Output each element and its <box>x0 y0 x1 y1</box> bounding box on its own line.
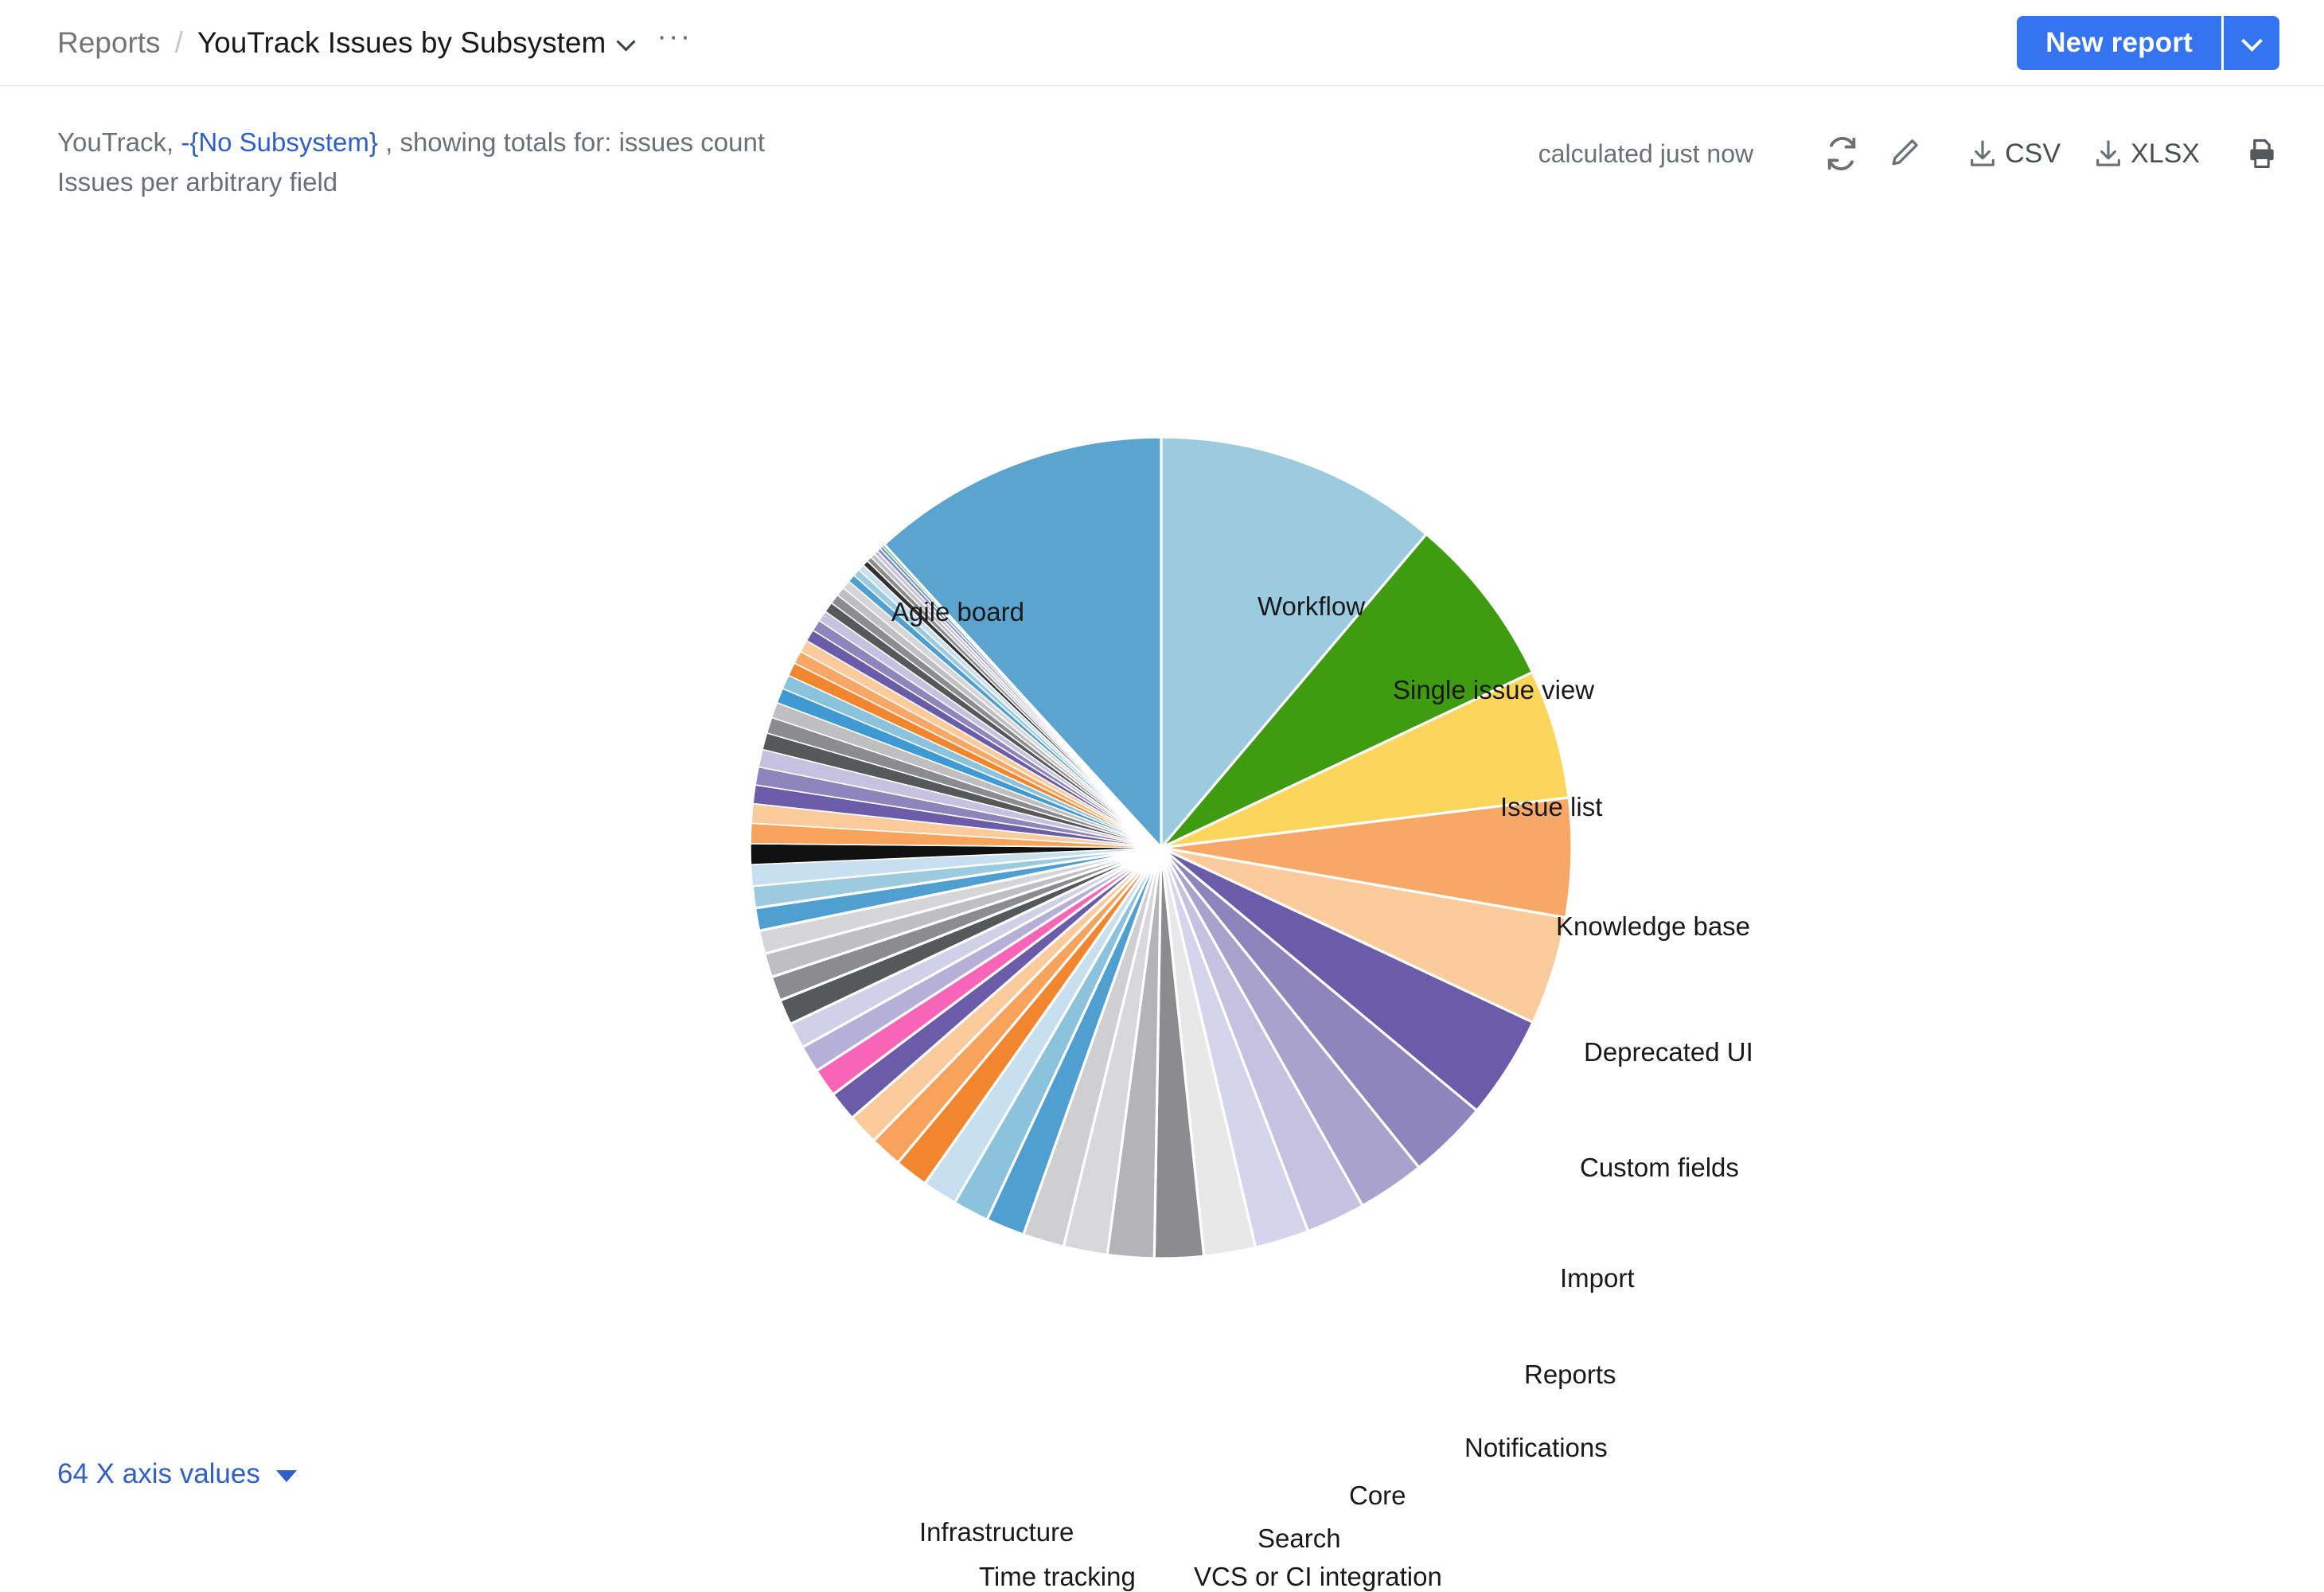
pie-chart[interactable] <box>746 432 1577 1263</box>
more-actions-icon[interactable]: ··· <box>657 21 692 57</box>
description-line-2: Issues per arbitrary field <box>57 167 338 197</box>
pie-slice-label: Infrastructure <box>919 1517 1074 1547</box>
pie-slice-label: Notifications <box>1464 1433 1608 1462</box>
pie-chart-svg[interactable] <box>746 432 1577 1263</box>
pie-slice-label: Core <box>1349 1481 1406 1510</box>
pie-slice-label: Custom fields <box>1580 1153 1739 1182</box>
report-toolbar: calculated just now CSV XLSX <box>1538 123 2279 181</box>
csv-label: CSV <box>2005 138 2061 169</box>
chevron-down-icon[interactable] <box>618 34 636 52</box>
pie-slice-label: Agile board <box>891 597 1024 626</box>
pie-chart-area: Workflow Single issue view Issue list Knowl… <box>0 239 2324 1591</box>
new-report-button[interactable]: New report <box>2017 15 2221 70</box>
no-subsystem-link[interactable]: -{No Subsystem} <box>181 127 378 157</box>
breadcrumb: Reports / YouTrack Issues by Subsystem ·… <box>57 21 692 60</box>
top-bar: Reports / YouTrack Issues by Subsystem ·… <box>0 0 2324 86</box>
pie-slice-label: VCS or CI integration <box>1194 1562 1442 1591</box>
export-xlsx-button[interactable]: XLSX <box>2092 138 2200 170</box>
pie-slice-label: Import <box>1560 1263 1635 1293</box>
new-report-dropdown-button[interactable] <box>2224 15 2279 70</box>
breadcrumb-reports-link[interactable]: Reports <box>57 26 161 60</box>
pie-slice-label: Search <box>1258 1524 1341 1553</box>
breadcrumb-separator: / <box>174 25 183 59</box>
edit-pencil-icon[interactable] <box>1873 126 1935 181</box>
pie-slice-label: Single issue view <box>1393 675 1595 704</box>
x-axis-values-label: 64 X axis values <box>57 1458 260 1489</box>
pie-slice-label: Issue list <box>1500 792 1603 821</box>
xlsx-label: XLSX <box>2131 138 2200 169</box>
calculated-status: calculated just now <box>1538 139 1754 168</box>
top-bar-actions: New report <box>2017 15 2279 70</box>
pie-slice-label: Workflow <box>1258 591 1366 621</box>
print-icon[interactable] <box>2244 136 2279 171</box>
caret-down-icon <box>275 1470 297 1482</box>
report-description: YouTrack, -{No Subsystem} , showing tota… <box>57 123 765 202</box>
description-prefix: YouTrack, <box>57 127 181 157</box>
report-subheader: YouTrack, -{No Subsystem} , showing tota… <box>0 86 2324 197</box>
description-suffix: , showing totals for: issues count <box>377 127 766 157</box>
pie-slice-label: Time tracking <box>979 1562 1136 1591</box>
x-axis-values-toggle[interactable]: 64 X axis values <box>57 1458 297 1490</box>
refresh-icon[interactable] <box>1811 126 1873 181</box>
export-csv-button[interactable]: CSV <box>1967 138 2061 170</box>
pie-slice-label: Knowledge base <box>1556 911 1751 941</box>
pie-slice-label: Reports <box>1524 1360 1616 1389</box>
pie-slice-label: Deprecated UI <box>1584 1037 1753 1067</box>
breadcrumb-current-title: YouTrack Issues by Subsystem <box>197 25 606 59</box>
